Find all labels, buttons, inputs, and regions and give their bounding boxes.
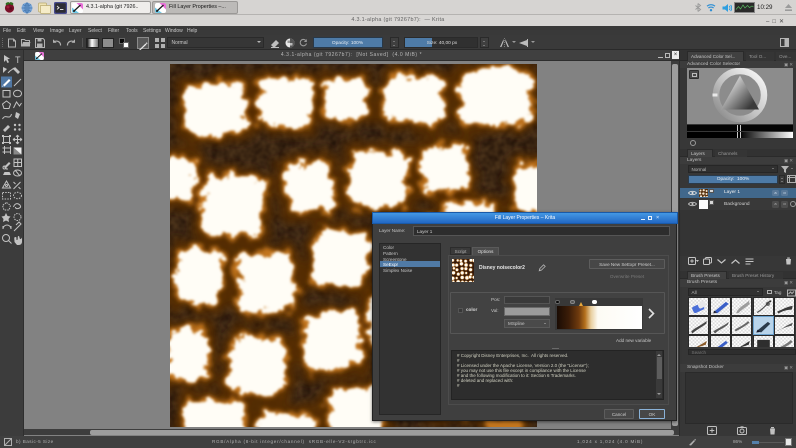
svg-text:T: T xyxy=(15,55,21,65)
